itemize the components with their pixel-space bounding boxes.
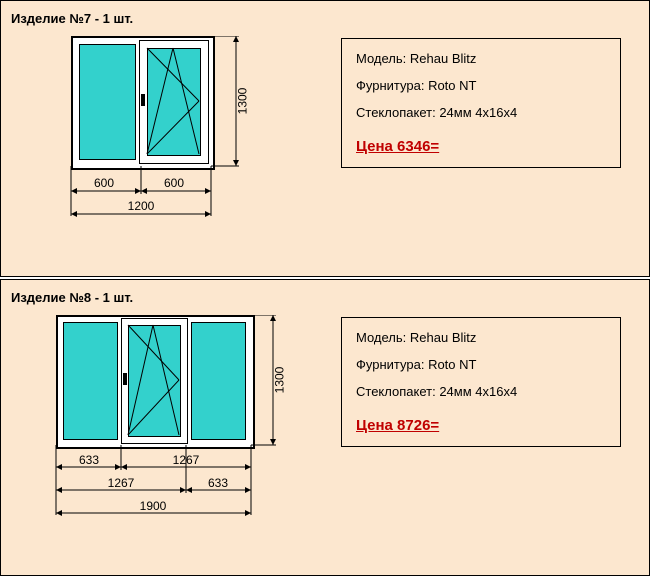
glazing-line: Стеклопакет: 24мм 4х16х4	[356, 105, 606, 120]
price: Цена 6346=	[356, 138, 606, 155]
product-title: Изделие №8 - 1 шт.	[11, 290, 639, 305]
dim-a: 633	[74, 453, 104, 467]
dim-total: 1200	[121, 199, 161, 213]
model-line: Модель: Rehau Blitz	[356, 51, 606, 66]
dim-left: 600	[89, 176, 119, 190]
product-block-8: Изделие №8 - 1 шт.	[0, 279, 650, 576]
hardware-line: Фурнитура: Roto NT	[356, 78, 606, 93]
dim-height: 1300	[272, 367, 286, 394]
dim-b: 1267	[166, 453, 206, 467]
content-row: 1300 633 1267 1267 633 1900 Модель: Reha…	[11, 315, 639, 565]
price: Цена 8726=	[356, 417, 606, 434]
info-box: Модель: Rehau Blitz Фурнитура: Roto NT С…	[341, 38, 621, 168]
hardware-line: Фурнитура: Roto NT	[356, 357, 606, 372]
dim-total: 1900	[133, 499, 173, 513]
model-line: Модель: Rehau Blitz	[356, 330, 606, 345]
window-drawing: 1300 633 1267 1267 633 1900	[11, 315, 321, 565]
product-block-7: Изделие №7 - 1 шт.	[0, 0, 650, 277]
dim-c: 1267	[101, 476, 141, 490]
content-row: 1300 600 600 1200 Модель: Rehau Blitz Фу…	[11, 36, 639, 266]
window-drawing: 1300 600 600 1200	[11, 36, 321, 266]
dim-height: 1300	[235, 88, 249, 115]
info-box: Модель: Rehau Blitz Фурнитура: Roto NT С…	[341, 317, 621, 447]
glazing-line: Стеклопакет: 24мм 4х16х4	[356, 384, 606, 399]
dim-right: 600	[159, 176, 189, 190]
product-title: Изделие №7 - 1 шт.	[11, 11, 639, 26]
dim-d: 633	[203, 476, 233, 490]
